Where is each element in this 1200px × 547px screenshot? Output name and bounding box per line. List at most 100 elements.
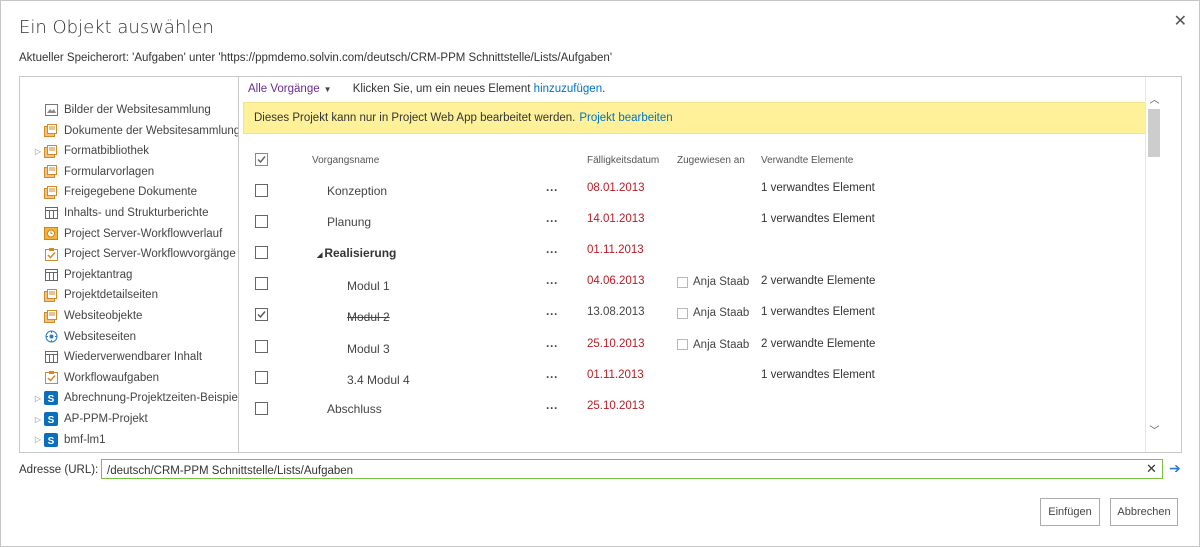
expand-icon[interactable]: ▷	[34, 415, 42, 424]
related-items[interactable]: 1 verwandtes Element	[761, 306, 875, 318]
tree-item[interactable]: Wiederverwendbarer Inhalt	[20, 348, 238, 366]
clear-icon[interactable]: ✕	[1146, 461, 1157, 477]
tree-item[interactable]: ▷ S Abrechnung-Projektzeiten-Beispiel	[20, 389, 238, 407]
address-label: Adresse (URL):	[19, 464, 99, 476]
related-items[interactable]: 1 verwandtes Element	[761, 213, 875, 225]
row-checkbox[interactable]	[255, 215, 268, 229]
task-row[interactable]: Modul 3 ··· 25.10.2013 Anja Staab 2 verwandt…	[239, 334, 1139, 365]
task-row[interactable]: 3.4 Modul 4 ··· 01.11.2013 1 verwandtes Ele…	[239, 365, 1139, 396]
cancel-button[interactable]: Abbrechen	[1110, 498, 1178, 526]
tree-item[interactable]: Project Server-Workflowverlauf	[20, 225, 238, 243]
column-header-name[interactable]: Vorgangsname	[312, 155, 379, 166]
task-name[interactable]: Modul 3	[347, 342, 390, 356]
related-items[interactable]: 2 verwandte Elemente	[761, 275, 875, 287]
related-items[interactable]: 1 verwandtes Element	[761, 369, 875, 381]
view-selector[interactable]: Alle Vorgänge	[248, 83, 320, 95]
current-location: Aktueller Speicherort: 'Aufgaben' unter …	[19, 52, 613, 64]
task-row[interactable]: ◢ Realisierung ··· 01.11.2013	[239, 240, 1139, 271]
task-name[interactable]: Planung	[327, 215, 371, 229]
caret-down-icon[interactable]: ▼	[324, 85, 332, 94]
close-icon[interactable]: ✕	[1174, 11, 1187, 31]
select-all-icon	[255, 153, 268, 166]
tree-item[interactable]: Projektdetailseiten	[20, 286, 238, 304]
related-items[interactable]: 1 verwandtes Element	[761, 182, 875, 194]
view-bar: Alle Vorgänge ▼ Klicken Sie, um ein neues…	[248, 83, 605, 95]
document-library-icon	[44, 124, 58, 138]
site-pages-icon	[44, 330, 58, 344]
task-row[interactable]: Modul 2 ··· 13.08.2013 Anja Staab 1 verwandt…	[239, 302, 1139, 333]
column-header-due[interactable]: Fälligkeitsdatum	[587, 155, 659, 166]
add-item-hint-text: Klicken Sie, um ein neues Element	[352, 83, 531, 95]
task-name[interactable]: Konzeption	[327, 184, 387, 198]
task-row[interactable]: Modul 1 ··· 04.06.2013 Anja Staab 2 verwandt…	[239, 271, 1139, 302]
edit-project-link[interactable]: Projekt bearbeiten	[579, 112, 672, 124]
task-name[interactable]: 3.4 Modul 4	[347, 373, 410, 387]
tree-item[interactable]: Bilder der Websitesammlung	[20, 101, 238, 119]
expand-icon[interactable]: ▷	[34, 394, 42, 403]
more-options-icon[interactable]: ···	[546, 183, 558, 197]
sharepoint-site-icon: S	[44, 432, 58, 447]
insert-button[interactable]: Einfügen	[1040, 498, 1100, 526]
tree-item[interactable]: Inhalts- und Strukturberichte	[20, 204, 238, 222]
more-options-icon[interactable]: ···	[546, 245, 558, 259]
expand-icon[interactable]: ▷	[34, 435, 42, 444]
row-checkbox[interactable]	[255, 308, 268, 322]
tree-item[interactable]: Projektantrag	[20, 266, 238, 284]
tree-item[interactable]: ▷ Sbmf-lm1	[20, 431, 238, 449]
sharepoint-site-icon: S	[44, 391, 58, 406]
row-checkbox[interactable]	[255, 339, 268, 353]
go-arrow-icon[interactable]: ➔	[1169, 460, 1181, 477]
scroll-thumb[interactable]	[1148, 109, 1160, 157]
column-header-related[interactable]: Verwandte Elemente	[761, 155, 853, 166]
row-checkbox[interactable]	[255, 184, 268, 197]
task-name-text: Modul 3	[347, 341, 390, 356]
more-options-icon[interactable]: ···	[546, 339, 558, 353]
scroll-down-icon[interactable]: ﹀	[1146, 422, 1163, 437]
row-checkbox[interactable]	[255, 401, 268, 415]
task-name-text: Modul 2	[347, 310, 390, 325]
tree-item[interactable]: Websiteseiten	[20, 328, 238, 346]
row-checkbox[interactable]	[255, 246, 268, 260]
task-name[interactable]: Modul 2	[347, 310, 390, 324]
tree-item[interactable]: Websiteobjekte	[20, 307, 238, 325]
row-checkbox[interactable]	[255, 370, 268, 384]
task-name[interactable]: Modul 1	[347, 279, 390, 293]
assignee[interactable]: Anja Staab	[677, 307, 749, 319]
more-options-icon[interactable]: ···	[546, 307, 558, 321]
task-name[interactable]: Abschluss	[327, 402, 382, 416]
task-name-text: 3.4 Modul 4	[347, 372, 410, 387]
assignee-name: Anja Staab	[693, 307, 750, 320]
tree-item[interactable]: Formularvorlagen	[20, 163, 238, 181]
tree-item[interactable]: Workflowaufgaben	[20, 369, 238, 387]
due-date: 08.01.2013	[587, 182, 645, 194]
assignee[interactable]: Anja Staab	[677, 339, 749, 351]
tree-item-label: Formularvorlagen	[64, 165, 155, 178]
row-checkbox[interactable]	[255, 277, 268, 291]
scroll-up-icon[interactable]: ︿	[1146, 91, 1163, 106]
select-all-checkbox[interactable]	[255, 153, 268, 166]
column-header-assigned[interactable]: Zugewiesen an	[677, 155, 745, 166]
task-name[interactable]: ◢ Realisierung	[317, 246, 396, 260]
task-row[interactable]: Konzeption ··· 08.01.2013 1 verwandtes Elem…	[239, 178, 1139, 209]
more-options-icon[interactable]: ···	[546, 401, 558, 415]
more-options-icon[interactable]: ···	[546, 214, 558, 228]
tree-item[interactable]: ▷ S AP-PPM-Projekt	[20, 410, 238, 428]
tree-item[interactable]: Dokumente der Websitesammlung	[20, 122, 238, 140]
vertical-scrollbar[interactable]: ︿ ﹀	[1145, 77, 1163, 452]
related-items[interactable]: 2 verwandte Elemente	[761, 338, 875, 350]
expand-icon[interactable]: ▷	[34, 147, 42, 156]
assignee-name: Anja Staab	[693, 276, 750, 289]
tree-item[interactable]: ▷ Formatbibliothek	[20, 142, 238, 160]
tree-item[interactable]: Freigegebene Dokumente	[20, 183, 238, 201]
assignee[interactable]: Anja Staab	[677, 276, 749, 288]
document-library-icon	[44, 144, 58, 158]
task-row[interactable]: Abschluss ··· 25.10.2013	[239, 396, 1139, 427]
address-input[interactable]	[101, 459, 1163, 479]
due-date: 04.06.2013	[587, 275, 645, 288]
task-row[interactable]: Planung ··· 14.01.2013 1 verwandtes Element	[239, 209, 1139, 240]
more-options-icon[interactable]: ···	[546, 276, 558, 290]
tree-item-label: AP-PPM-Projekt	[64, 413, 148, 425]
tree-item[interactable]: Project Server-Workflowvorgänge	[20, 245, 238, 263]
add-item-link[interactable]: hinzuzufügen	[534, 83, 602, 95]
more-options-icon[interactable]: ···	[546, 370, 558, 384]
